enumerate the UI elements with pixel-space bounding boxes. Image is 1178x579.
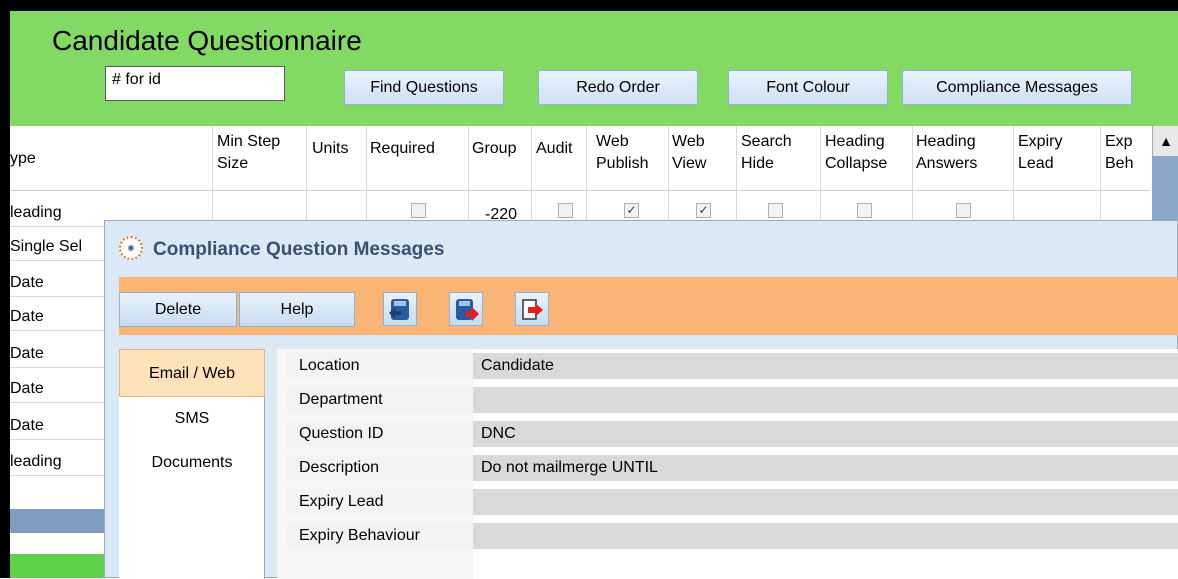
grid-row-type[interactable]: leading <box>10 453 62 471</box>
field-row-department: Department <box>277 383 1178 417</box>
heading-collapse-checkbox[interactable] <box>857 203 872 218</box>
field-value[interactable] <box>473 489 1178 515</box>
grid-row-type[interactable]: Date <box>10 308 44 326</box>
tab-documents[interactable]: Documents <box>119 445 265 481</box>
field-value[interactable]: Do not mailmerge UNTIL <box>473 455 1178 481</box>
grid-row-type[interactable]: leading <box>10 204 62 222</box>
compliance-messages-dialog: ◉ Compliance Question Messages Delete He… <box>104 220 1178 579</box>
field-row-location: Location Candidate <box>277 349 1178 383</box>
refresh-icon[interactable] <box>449 292 483 326</box>
col-group-header[interactable]: Group <box>472 138 516 160</box>
find-questions-button[interactable]: Find Questions <box>344 70 504 105</box>
id-search-input[interactable] <box>105 66 285 101</box>
col-web-view-header[interactable]: Web View <box>672 131 706 175</box>
field-value[interactable]: DNC <box>473 421 1178 447</box>
page-title: Candidate Questionnaire <box>52 25 362 56</box>
col-expiry-lead-header[interactable]: Expiry Lead <box>1018 131 1062 175</box>
heading-answers-checkbox[interactable] <box>956 203 971 218</box>
grid-row-type[interactable]: Date <box>10 380 44 398</box>
compliance-messages-button[interactable]: Compliance Messages <box>902 70 1132 105</box>
tab-email-web[interactable]: Email / Web <box>119 349 265 397</box>
grid-footer-band <box>10 509 114 533</box>
grid-green-band <box>10 554 114 578</box>
audit-checkbox[interactable] <box>558 203 573 218</box>
field-value[interactable] <box>473 387 1178 413</box>
field-label: Description <box>285 455 473 481</box>
col-units-header[interactable]: Units <box>312 138 348 160</box>
window-frame-left <box>0 0 10 578</box>
header-bar: Candidate Questionnaire Find Questions R… <box>10 11 1178 126</box>
grid-row-type[interactable]: Date <box>10 345 44 363</box>
app-logo-icon: ◉ <box>119 236 143 260</box>
dialog-title: Compliance Question Messages <box>153 239 445 260</box>
window-frame-top <box>0 0 1178 11</box>
field-label: Department <box>285 387 473 413</box>
field-value[interactable]: Candidate <box>473 353 1178 379</box>
col-search-hide-header[interactable]: Search Hide <box>741 131 792 175</box>
col-min-step-header[interactable]: Min Step Size <box>217 131 280 175</box>
field-label: Expiry Behaviour <box>285 523 473 549</box>
vertical-scrollbar[interactable] <box>1152 156 1178 226</box>
dialog-sidebar: Email / Web SMS Documents <box>119 349 265 579</box>
exit-icon[interactable] <box>515 292 549 326</box>
dialog-toolbar: Delete Help <box>119 277 1178 335</box>
save-icon[interactable] <box>383 292 417 326</box>
tab-sms[interactable]: SMS <box>119 401 265 437</box>
delete-button[interactable]: Delete <box>119 292 237 327</box>
help-button[interactable]: Help <box>239 292 355 327</box>
field-row-question-id: Question ID DNC <box>277 417 1178 451</box>
field-label: Expiry Lead <box>285 489 473 515</box>
message-fields-grid: Location Candidate Department Question I… <box>277 349 1178 579</box>
web-view-checkbox[interactable]: ✓ <box>696 203 711 218</box>
web-publish-checkbox[interactable]: ✓ <box>624 203 639 218</box>
required-checkbox[interactable] <box>411 203 426 218</box>
field-row-expiry-behaviour: Expiry Behaviour <box>277 519 1178 553</box>
field-label: Question ID <box>285 421 473 447</box>
field-value[interactable] <box>473 523 1178 549</box>
col-required-header[interactable]: Required <box>370 138 435 160</box>
col-type-header[interactable]: ype <box>10 148 36 170</box>
field-row-expiry-lead: Expiry Lead <box>277 485 1178 519</box>
field-label: Location <box>285 353 473 379</box>
grid-row-type[interactable]: Date <box>10 274 44 292</box>
col-heading-answers-header[interactable]: Heading Answers <box>916 131 977 175</box>
col-web-publish-header[interactable]: Web Publish <box>596 131 648 175</box>
col-audit-header[interactable]: Audit <box>536 138 572 160</box>
scroll-up-arrow-icon[interactable]: ▲ <box>1152 126 1178 156</box>
grid-row-type[interactable]: Date <box>10 417 44 435</box>
search-hide-checkbox[interactable] <box>768 203 783 218</box>
col-expiry-behaviour-header[interactable]: Exp Beh <box>1105 131 1133 175</box>
redo-order-button[interactable]: Redo Order <box>538 70 698 105</box>
col-heading-collapse-header[interactable]: Heading Collapse <box>825 131 887 175</box>
field-row-description: Description Do not mailmerge UNTIL <box>277 451 1178 485</box>
font-colour-button[interactable]: Font Colour <box>728 70 888 105</box>
grid-row-type[interactable]: Single Sel <box>10 238 82 256</box>
